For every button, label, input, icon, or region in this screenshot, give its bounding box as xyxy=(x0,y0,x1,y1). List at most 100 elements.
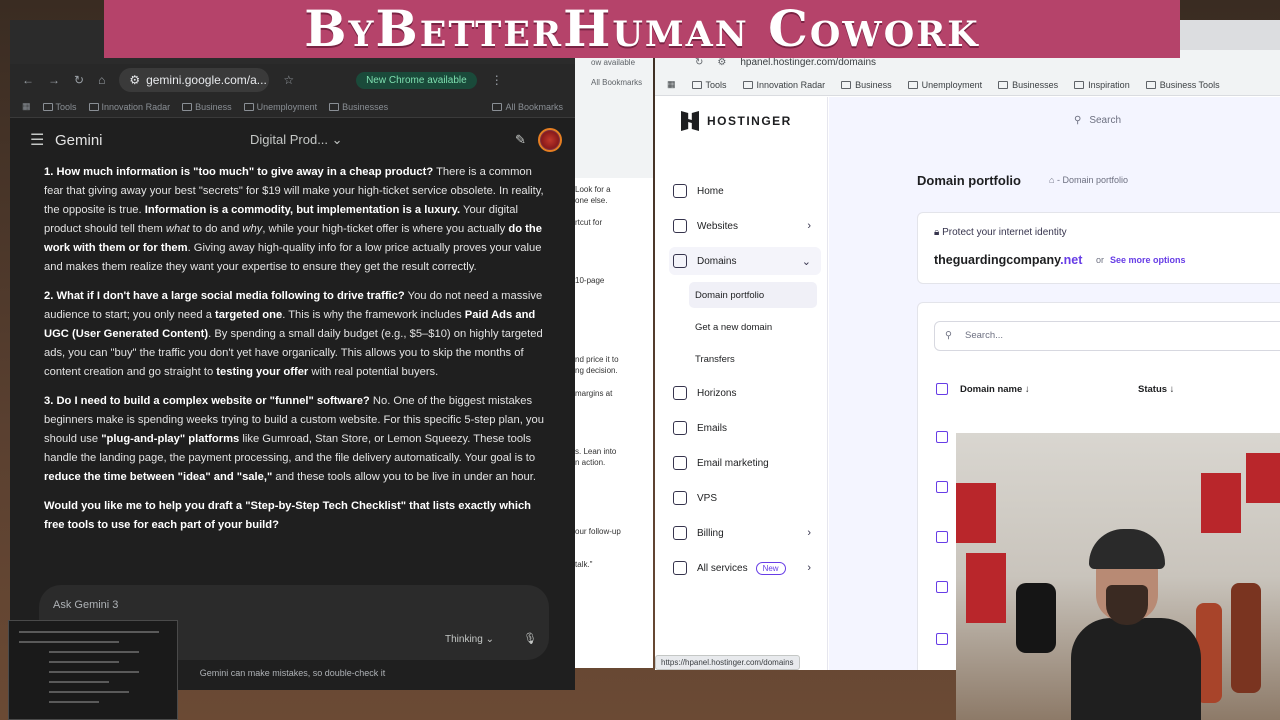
bookmark-item[interactable]: Inspiration xyxy=(1074,80,1130,90)
presenter-beard xyxy=(1106,585,1148,625)
bookmark-label: Innovation Radar xyxy=(756,79,826,90)
hostinger-logo[interactable]: HOSTINGER xyxy=(681,111,792,131)
mic-icon[interactable]: 🎙 xyxy=(523,632,537,645)
sidebar-item-label: All services xyxy=(697,562,748,574)
home-breadcrumb-icon[interactable]: ⌂ xyxy=(1049,175,1054,185)
bookmark-item[interactable]: Business xyxy=(182,102,232,112)
page-title: Domain portfolio xyxy=(917,173,1021,188)
url-field[interactable]: ⚙ gemini.google.com/a... xyxy=(119,68,270,92)
url-text[interactable]: hpanel.hostinger.com/domains xyxy=(740,57,876,68)
home-icon[interactable]: ⌂ xyxy=(98,73,105,87)
background-text-fragment: All Bookmarks xyxy=(591,78,643,87)
bookmark-label: Unemployment xyxy=(256,101,318,112)
chevron-right-icon: › xyxy=(807,220,811,232)
link-status-bar: https://hpanel.hostinger.com/domains xyxy=(655,655,800,670)
address-bar-row: ← → ↻ ⌂ ⚙ gemini.google.com/a... ☆ New C… xyxy=(10,64,575,96)
apps-icon[interactable]: ▦ xyxy=(22,101,31,112)
bookmark-item[interactable]: Unemployment xyxy=(907,80,982,90)
site-info-icon[interactable]: ⚙ xyxy=(717,57,726,68)
bookmark-item[interactable]: Business Tools xyxy=(1145,79,1220,90)
sidebar-item-label: Home xyxy=(697,185,724,197)
window-thumbnail[interactable] xyxy=(8,620,178,720)
row-checkbox[interactable] xyxy=(936,431,948,443)
bookmark-item[interactable]: Innovation Radar xyxy=(742,79,826,90)
col-domain-name[interactable]: Domain name ↓ xyxy=(960,384,1030,395)
response-paragraph: 2. What if I don't have a large social m… xyxy=(44,287,544,382)
acoustic-panel xyxy=(1201,473,1241,533)
sidebar-item-emails[interactable]: Emails xyxy=(669,414,821,442)
sidebar-item-websites[interactable]: Websites › xyxy=(669,212,821,240)
bookmark-label: Business Tools xyxy=(1159,79,1220,90)
row-checkbox[interactable] xyxy=(936,581,948,593)
row-checkbox[interactable] xyxy=(936,633,948,645)
sidebar-item-email-marketing[interactable]: Email marketing xyxy=(669,449,821,477)
select-all-checkbox[interactable] xyxy=(936,383,948,395)
or-label: or xyxy=(1096,255,1105,265)
more-menu-icon[interactable]: ⋮ xyxy=(491,73,503,87)
table-search-input[interactable]: ⚲ Search... xyxy=(934,321,1280,351)
avatar[interactable] xyxy=(538,128,562,152)
sidebar-item-billing[interactable]: Billing › xyxy=(669,519,821,547)
sidebar-item-domains[interactable]: Domains ⌄ xyxy=(669,247,821,275)
see-more-options-link[interactable]: See more options xyxy=(1110,255,1186,265)
folder-icon xyxy=(88,102,99,111)
sidebar-subitem-domain-portfolio[interactable]: Domain portfolio xyxy=(689,282,817,308)
breadcrumb-text: - Domain portfolio xyxy=(1056,175,1128,185)
sidebar-item-label: Horizons xyxy=(697,387,737,399)
bookmark-item[interactable]: Unemployment xyxy=(243,101,318,112)
question-heading: 1. How much information is "too much" to… xyxy=(44,166,434,178)
background-text-fragment: our follow-up xyxy=(575,527,621,536)
bookmark-item[interactable]: Businesses xyxy=(329,102,388,112)
col-status-label: Status xyxy=(1138,384,1168,395)
menu-icon[interactable]: ☰ xyxy=(30,130,44,150)
bookmark-item[interactable]: Tools xyxy=(42,101,77,112)
chevron-down-icon: ⌄ xyxy=(801,255,811,268)
folder-icon xyxy=(1145,80,1156,89)
bookmark-item[interactable]: Innovation Radar xyxy=(88,102,170,112)
sidebar-subitem-transfers[interactable]: Transfers xyxy=(689,346,817,372)
col-status[interactable]: Status ↓ xyxy=(1138,384,1174,395)
sidebar-subitem-get-a-new-domain[interactable]: Get a new domain xyxy=(689,314,817,340)
row-checkbox[interactable] xyxy=(936,481,948,493)
chevron-down-icon: ⌄ xyxy=(331,132,343,147)
email-marketing-icon xyxy=(673,456,687,470)
back-icon[interactable]: ← xyxy=(22,73,34,87)
model-selector[interactable]: Digital Prod... ⌄ xyxy=(250,132,343,148)
new-chat-icon[interactable]: ✎ xyxy=(515,132,526,148)
domain-name: theguardingcompany xyxy=(934,253,1061,267)
bookmark-label: Businesses xyxy=(342,101,389,112)
suggested-domain[interactable]: theguardingcompany.net xyxy=(934,253,1082,267)
domain-tld: .net xyxy=(1060,253,1083,267)
bookmark-item[interactable]: Businesses xyxy=(998,80,1058,90)
sidebar-item-all-services[interactable]: All services New › xyxy=(669,554,821,582)
sidebar-item-label: Emails xyxy=(697,422,728,434)
microphone xyxy=(1016,583,1056,653)
top-search[interactable]: ⚲ Search xyxy=(1074,107,1280,133)
title-banner: ByBetterHuman Cowork xyxy=(104,0,1180,58)
row-checkbox[interactable] xyxy=(936,531,948,543)
hostinger-logo-icon xyxy=(681,111,699,131)
background-text-fragment: Look for a xyxy=(575,185,611,194)
site-info-icon[interactable]: ⚙ xyxy=(129,73,140,87)
forward-icon[interactable]: → xyxy=(48,73,60,87)
bookmark-item[interactable]: All Bookmarks xyxy=(492,102,563,112)
response-paragraph: 3. Do I need to build a complex website … xyxy=(44,392,544,487)
bookmark-star-icon[interactable]: ☆ xyxy=(283,73,294,87)
bookmark-item[interactable]: Business xyxy=(841,80,892,90)
model-label: Digital Prod... xyxy=(250,132,329,147)
sidebar-item-vps[interactable]: VPS xyxy=(669,484,821,512)
search-icon: ⚲ xyxy=(945,330,952,341)
mode-selector[interactable]: Thinking ⌄ xyxy=(445,634,494,645)
apps-icon[interactable]: ▦ xyxy=(667,79,676,90)
bookmark-item[interactable]: Tools xyxy=(691,80,727,90)
reload-icon[interactable]: ↻ xyxy=(74,73,84,87)
reload-icon[interactable]: ↻ xyxy=(695,57,703,68)
new-chrome-button[interactable]: New Chrome available xyxy=(356,71,477,89)
sidebar-item-horizons[interactable]: Horizons xyxy=(669,379,821,407)
background-text-fragment: s. Lean into xyxy=(575,447,617,456)
sidebar-item-home[interactable]: Home xyxy=(669,177,821,205)
body-text: with real potential buyers. xyxy=(308,366,439,378)
bookmark-label: Tools xyxy=(55,101,77,112)
italic-text: why xyxy=(242,223,263,235)
emphasis-text: "plug-and-play" platforms xyxy=(101,433,240,445)
